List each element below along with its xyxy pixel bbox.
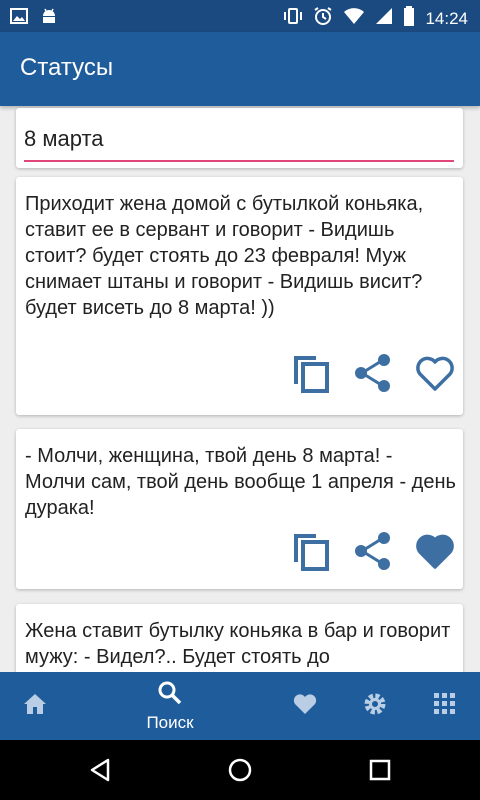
recents-icon[interactable] bbox=[369, 759, 391, 786]
app-bar: Статусы bbox=[0, 32, 480, 106]
nav-search[interactable]: Поиск bbox=[130, 672, 210, 740]
search-card bbox=[16, 108, 463, 168]
joke-text: - Молчи, женщина, твой день 8 марта! - М… bbox=[25, 445, 456, 519]
wifi-icon bbox=[343, 7, 365, 30]
nav-search-label: Поиск bbox=[146, 712, 194, 732]
joke-text: Жена ставит бутылку коньяка в бар и гово… bbox=[25, 620, 451, 668]
search-icon bbox=[157, 680, 183, 711]
android-icon bbox=[40, 7, 58, 30]
joke-card: Приходит жена домой с бутылкой коньяка, … bbox=[16, 177, 463, 415]
copy-icon[interactable] bbox=[291, 531, 331, 571]
home-button-icon[interactable] bbox=[228, 758, 252, 787]
share-icon[interactable] bbox=[353, 353, 393, 393]
clock-time: 14:24 bbox=[425, 8, 468, 28]
bottom-navigation: Поиск bbox=[0, 672, 480, 740]
nav-home[interactable] bbox=[13, 672, 57, 740]
share-icon[interactable] bbox=[353, 531, 393, 571]
system-navigation-bar bbox=[0, 740, 480, 800]
gear-icon bbox=[362, 691, 388, 722]
search-input[interactable] bbox=[24, 122, 454, 162]
joke-text: Приходит жена домой с бутылкой коньяка, … bbox=[25, 193, 424, 319]
alarm-icon bbox=[313, 6, 333, 31]
grid-icon bbox=[434, 692, 456, 720]
home-icon bbox=[22, 692, 48, 721]
heart-filled-icon[interactable] bbox=[415, 531, 455, 571]
back-icon[interactable] bbox=[88, 758, 112, 787]
nav-more[interactable] bbox=[423, 672, 467, 740]
joke-card: - Молчи, женщина, твой день 8 марта! - М… bbox=[16, 429, 463, 589]
vibrate-icon bbox=[283, 6, 303, 31]
signal-icon bbox=[375, 7, 393, 30]
content-area[interactable]: Приходит жена домой с бутылкой коньяка, … bbox=[0, 106, 480, 672]
heart-outline-icon[interactable] bbox=[415, 353, 455, 393]
heart-icon bbox=[292, 692, 318, 721]
joke-card: Жена ставит бутылку коньяка в бар и гово… bbox=[16, 604, 463, 672]
battery-icon bbox=[403, 6, 415, 31]
copy-icon[interactable] bbox=[291, 353, 331, 393]
status-bar: 14:24 bbox=[0, 0, 480, 32]
image-icon bbox=[10, 7, 28, 30]
app-title: Статусы bbox=[20, 54, 114, 81]
nav-settings[interactable] bbox=[353, 672, 397, 740]
nav-favorites[interactable] bbox=[283, 672, 327, 740]
